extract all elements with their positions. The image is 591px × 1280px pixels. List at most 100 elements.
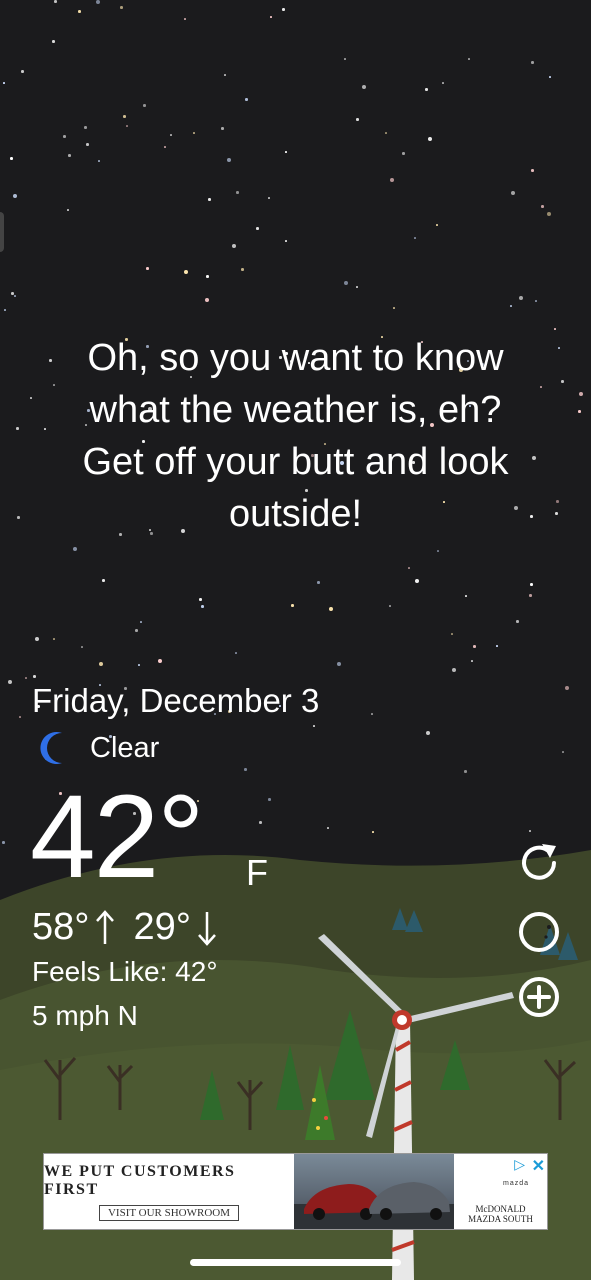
home-indicator[interactable]: [190, 1259, 401, 1266]
arrow-down-icon: [198, 911, 216, 946]
star: [356, 118, 359, 121]
star: [541, 205, 544, 208]
ad-close-icon[interactable]: ✕: [532, 1156, 545, 1176]
moon-phase-icon[interactable]: [516, 909, 562, 955]
star: [98, 160, 100, 162]
star: [25, 677, 27, 679]
star: [415, 579, 419, 583]
star: [389, 605, 391, 607]
star: [329, 607, 333, 611]
star: [510, 305, 512, 307]
star: [256, 227, 259, 230]
weather-message: Oh, so you want to know what the weather…: [30, 332, 561, 540]
star: [451, 633, 453, 635]
high-temperature: 58°: [32, 906, 90, 948]
star: [313, 725, 315, 727]
star: [285, 240, 287, 242]
star: [371, 713, 373, 715]
star: [385, 132, 387, 134]
arrow-up-icon: [96, 909, 115, 944]
star: [193, 132, 195, 134]
star: [146, 267, 149, 270]
star: [21, 70, 24, 73]
star: [426, 731, 430, 735]
message-line: outside!: [228, 493, 363, 535]
star: [67, 209, 69, 211]
star: [511, 191, 515, 195]
star: [529, 594, 532, 597]
star: [317, 581, 320, 584]
ad-choices-icon[interactable]: ▷: [514, 1156, 525, 1173]
ad-banner[interactable]: WE PUT CUSTOMERS FIRST VISIT OUR SHOWROO…: [43, 1153, 548, 1230]
star: [565, 686, 569, 690]
star: [126, 125, 128, 127]
current-temperature: 42°: [30, 771, 204, 903]
star: [554, 328, 556, 330]
ad-brand-logo: mazda: [502, 1180, 529, 1187]
star: [561, 380, 564, 383]
star: [158, 659, 162, 663]
star: [531, 169, 534, 172]
star: [519, 296, 523, 300]
star: [206, 275, 209, 278]
star: [337, 662, 341, 666]
star: [232, 244, 236, 248]
star: [54, 0, 57, 3]
star: [143, 104, 146, 107]
star: [4, 309, 6, 311]
star: [14, 295, 16, 297]
star: [268, 798, 271, 801]
star: [84, 126, 87, 129]
star: [138, 664, 140, 666]
star: [356, 286, 358, 288]
ad-text-panel: WE PUT CUSTOMERS FIRST VISIT OUR SHOWROO…: [44, 1154, 294, 1229]
star: [208, 198, 211, 201]
star: [184, 18, 186, 20]
star: [516, 620, 519, 623]
star: [362, 85, 366, 89]
star: [437, 550, 439, 552]
ad-cta-button[interactable]: VISIT OUR SHOWROOM: [98, 1204, 240, 1221]
star: [235, 652, 237, 654]
star: [468, 58, 470, 60]
star: [390, 178, 394, 182]
star: [96, 0, 100, 4]
star: [531, 61, 534, 64]
star: [221, 127, 224, 130]
condition-label: Clear: [90, 731, 160, 764]
star: [464, 770, 467, 773]
star: [268, 197, 270, 199]
condition-row: Clear: [40, 728, 159, 768]
star: [402, 152, 405, 155]
star: [549, 76, 551, 78]
message-line: what the weather is, eh?: [89, 389, 502, 431]
star: [17, 516, 20, 519]
star: [53, 638, 55, 640]
refresh-icon[interactable]: [516, 840, 562, 886]
star: [123, 115, 126, 118]
star: [408, 567, 410, 569]
star: [562, 751, 564, 753]
add-location-icon[interactable]: [516, 974, 562, 1020]
star: [344, 281, 348, 285]
star: [224, 74, 226, 76]
star: [473, 645, 476, 648]
temperature-unit: F: [246, 852, 268, 893]
star: [579, 392, 583, 396]
star: [282, 8, 285, 11]
star: [344, 58, 346, 60]
low-temperature: 29°: [133, 906, 191, 948]
ad-car-image: [294, 1154, 454, 1229]
feels-like-label: Feels Like: 42°: [32, 956, 218, 987]
dealer-line: McDONALD: [475, 1204, 526, 1214]
star: [578, 410, 581, 413]
star: [285, 151, 287, 153]
star: [184, 270, 188, 274]
date-label: Friday, December 3: [32, 682, 320, 719]
moon-icon: [40, 732, 62, 764]
message-line: Oh, so you want to know: [87, 337, 504, 379]
star: [428, 137, 432, 141]
star: [425, 88, 428, 91]
star: [102, 579, 105, 582]
star: [140, 621, 142, 623]
